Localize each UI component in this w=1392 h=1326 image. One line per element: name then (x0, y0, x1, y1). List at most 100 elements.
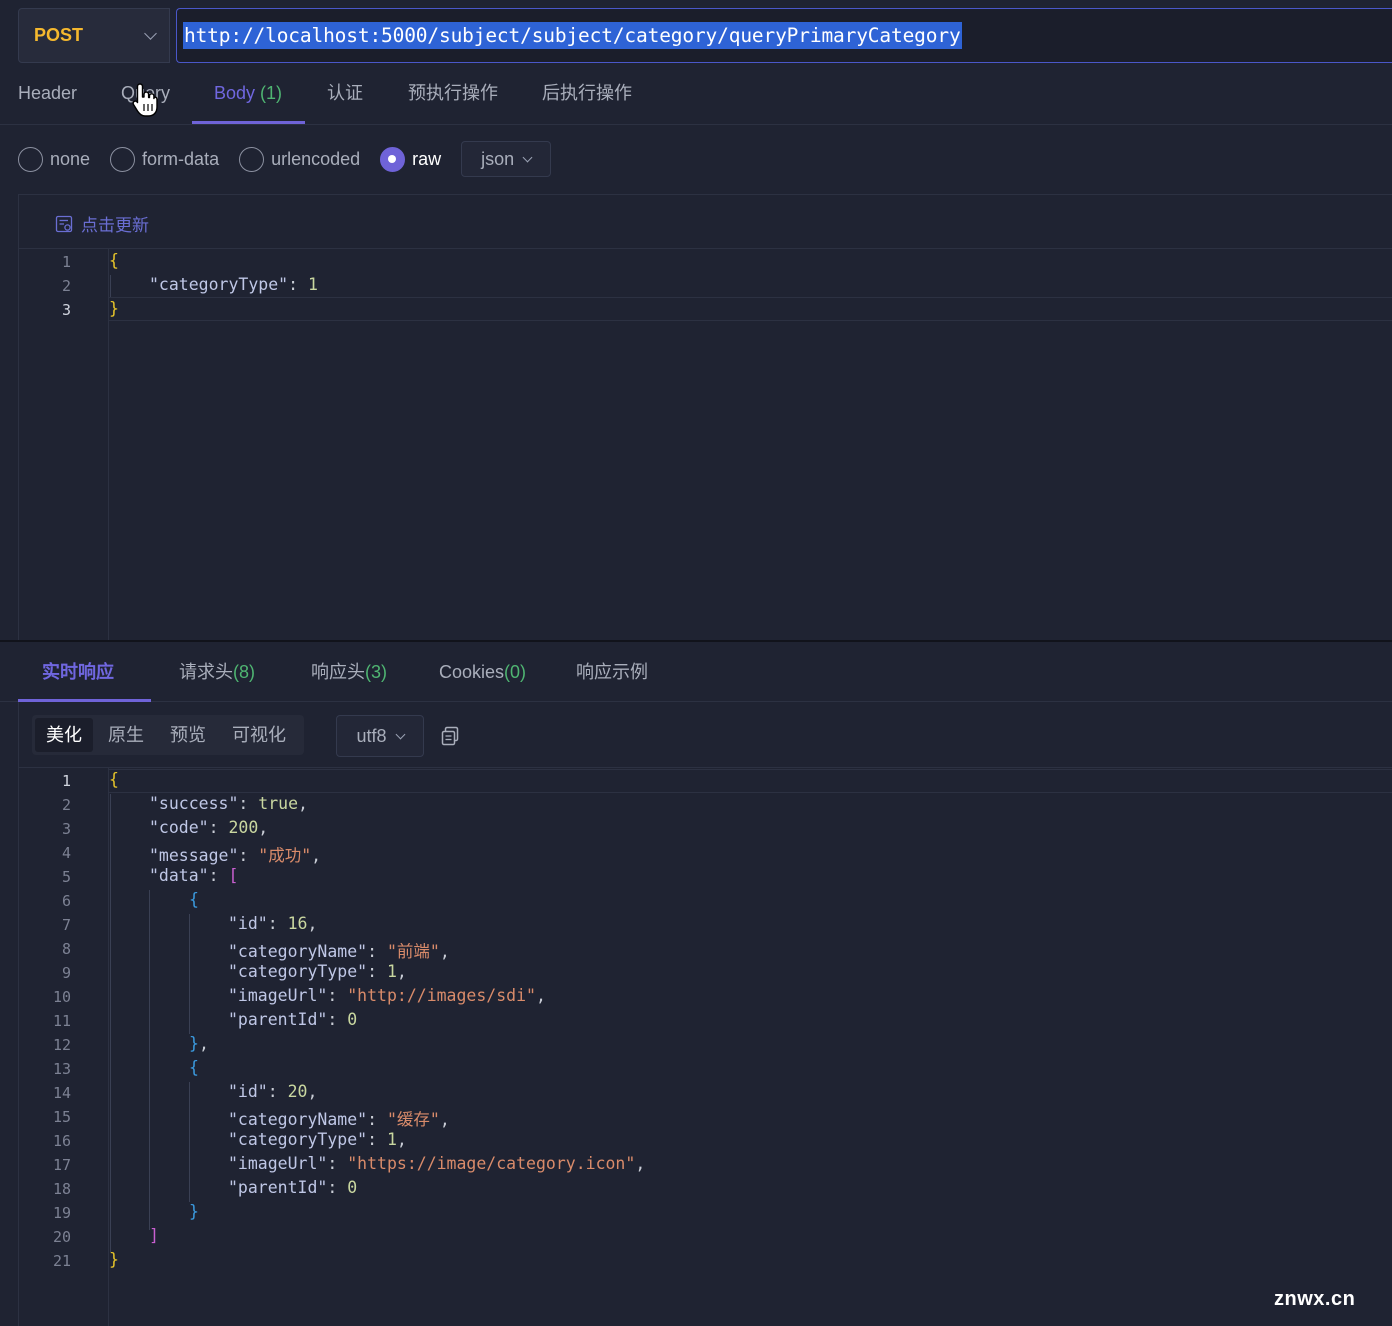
tab-count: (0) (504, 662, 527, 682)
code-brace-close: } (109, 299, 119, 318)
request-body-editor[interactable]: 点击更新 1 2 3 { "categoryType": 1 } (18, 194, 1392, 641)
encoding-label: utf8 (356, 725, 387, 746)
response-toolbar: 美化 原生 预览 可视化 utf8 (18, 702, 1392, 768)
url-input[interactable]: http://localhost:5000/subject/subject/ca… (176, 8, 1392, 63)
code-line: { (189, 890, 199, 909)
json-value: 1 (307, 275, 318, 294)
refresh-button[interactable]: 点击更新 (55, 211, 149, 236)
json-value: 20 (287, 1082, 308, 1101)
response-body-viewer[interactable]: 1 2 3 4 5 6 7 8 9 10 11 12 13 14 15 16 1… (18, 768, 1392, 1326)
code-line: "categoryName": "缓存", (228, 1110, 450, 1129)
code-line: "id": 20, (228, 1082, 318, 1101)
body-format-select[interactable]: json (461, 141, 552, 177)
copy-icon[interactable] (440, 726, 460, 746)
code-line: }, (189, 1034, 209, 1053)
gutter-divider (108, 768, 109, 1326)
line-number: 1 (61, 253, 71, 271)
tab-body[interactable]: Body (1) (214, 66, 282, 124)
radio-circle-icon (110, 146, 136, 172)
refresh-label: 点击更新 (81, 216, 149, 235)
line-number: 17 (52, 1156, 71, 1174)
json-key: "parentId" (228, 1010, 328, 1029)
body-type-options: none form-data urlencoded raw json (18, 140, 552, 178)
tab-label: 认证 (327, 83, 363, 103)
tab-label: Cookies (439, 662, 505, 682)
json-value: "前端" (386, 942, 440, 961)
method-select[interactable]: POST (18, 8, 170, 63)
tab-response-headers[interactable]: 响应头(3) (311, 642, 387, 702)
tab-count: (1) (260, 83, 283, 103)
json-key: "imageUrl" (228, 1154, 328, 1173)
code-line: "code": 200, (149, 818, 269, 837)
line-number: 13 (52, 1060, 71, 1078)
radio-form-data[interactable]: form-data (110, 146, 219, 172)
indent-guide (110, 275, 111, 297)
refresh-doc-icon (55, 215, 73, 232)
json-key: "success" (149, 794, 239, 813)
json-key: "categoryName" (228, 942, 368, 961)
tab-auth[interactable]: 认证 (327, 66, 363, 124)
tab-label: 实时响应 (42, 662, 114, 682)
line-number: 11 (52, 1012, 71, 1030)
code-line: "categoryType": 1, (228, 962, 407, 981)
body-format-label: json (481, 148, 515, 169)
json-value: 0 (347, 1010, 358, 1029)
json-value: true (258, 794, 299, 813)
tab-post-script[interactable]: 后执行操作 (542, 66, 632, 124)
line-number: 18 (52, 1180, 71, 1198)
code-line: "categoryName": "前端", (228, 942, 450, 961)
chevron-down-icon (144, 26, 157, 40)
json-key: "categoryType" (228, 1130, 368, 1149)
view-mode-pretty[interactable]: 美化 (35, 718, 93, 752)
json-value: 16 (287, 914, 308, 933)
json-key: "parentId" (228, 1178, 328, 1197)
radio-raw[interactable]: raw (380, 146, 441, 172)
view-mode-preview[interactable]: 预览 (159, 718, 217, 752)
radio-urlencoded[interactable]: urlencoded (239, 146, 360, 172)
indent-guide (110, 794, 111, 1252)
method-label: POST (34, 25, 84, 45)
json-key: "categoryType" (228, 962, 368, 981)
json-key: "code" (149, 818, 209, 837)
line-number: 10 (52, 988, 71, 1006)
line-number: 15 (52, 1108, 71, 1126)
code-line: "parentId": 0 (228, 1010, 358, 1029)
radio-none[interactable]: none (18, 146, 90, 172)
line-number: 2 (61, 796, 71, 814)
request-url-bar: POST http://localhost:5000/subject/subje… (18, 8, 1392, 63)
tab-cookies[interactable]: Cookies(0) (439, 642, 526, 702)
code-line: { (189, 1058, 199, 1077)
radio-circle-icon (239, 146, 265, 172)
view-mode-segmented: 美化 原生 预览 可视化 (32, 715, 304, 755)
code-line: "id": 16, (228, 914, 318, 933)
encoding-select[interactable]: utf8 (336, 715, 424, 757)
json-value: "http://images/sdi" (347, 986, 536, 1005)
tab-response-example[interactable]: 响应示例 (576, 642, 648, 702)
hand-cursor-icon (132, 83, 158, 117)
view-mode-visualize[interactable]: 可视化 (221, 718, 297, 752)
radio-circle-icon (18, 146, 43, 172)
line-number: 1 (61, 772, 71, 790)
code-line: ] (149, 1226, 159, 1245)
indent-guide (149, 890, 150, 1230)
json-key: "id" (228, 914, 268, 933)
code-line: "imageUrl": "http://images/sdi", (228, 986, 546, 1005)
tab-pre-script[interactable]: 预执行操作 (408, 66, 498, 124)
tab-label: 请求头 (179, 662, 233, 682)
line-number: 5 (61, 868, 71, 886)
tab-label: Body (214, 83, 256, 103)
tab-label: 响应头 (311, 662, 365, 682)
tab-request-headers[interactable]: 请求头(8) (179, 642, 255, 702)
line-number: 21 (52, 1252, 71, 1270)
view-mode-raw[interactable]: 原生 (97, 718, 155, 752)
tab-live-response[interactable]: 实时响应 (42, 642, 114, 702)
json-key: "categoryName" (228, 1110, 368, 1129)
active-line-highlight (109, 769, 1392, 793)
url-text: http://localhost:5000/subject/subject/ca… (183, 22, 962, 49)
tab-label: 预执行操作 (408, 83, 498, 103)
tab-label: Header (18, 83, 78, 103)
tab-header[interactable]: Header (18, 66, 77, 124)
json-value: "成功" (258, 846, 312, 865)
radio-selected-icon (380, 146, 406, 172)
response-tabs: 实时响应 请求头(8) 响应头(3) Cookies(0) 响应示例 (0, 642, 1392, 702)
